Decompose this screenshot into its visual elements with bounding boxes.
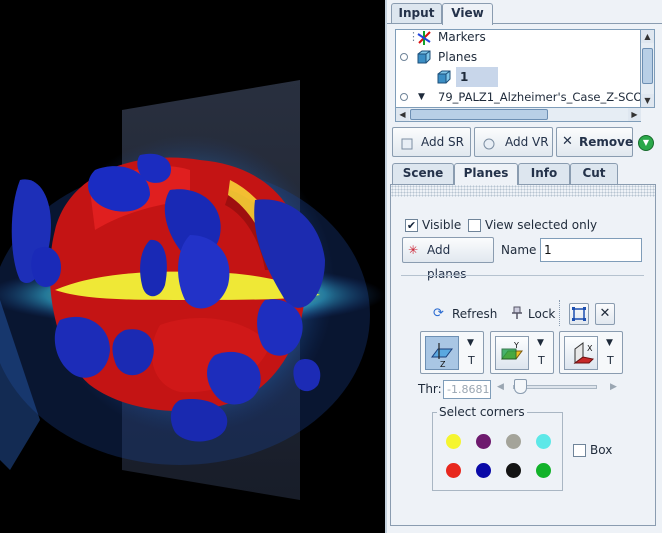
- tree-horizontal-scrollbar[interactable]: ◀ ▶: [395, 108, 641, 122]
- clear-close-icon[interactable]: ✕: [595, 303, 615, 325]
- corner-dot-purple[interactable]: [476, 434, 491, 449]
- visible-label: Visible: [422, 218, 462, 232]
- box-checkbox[interactable]: [573, 444, 586, 457]
- name-label: Name: [501, 243, 537, 257]
- tree-item-planes[interactable]: Planes: [396, 47, 640, 67]
- scene-tree[interactable]: ⋮ Markers Planes 1 ▼ 79_PALZ1_Alzheimer'…: [395, 29, 641, 108]
- svg-text:Z: Z: [440, 360, 446, 369]
- sparkle-icon: ✳: [408, 243, 419, 257]
- plane-x-button[interactable]: X ▼ T: [559, 331, 623, 374]
- view-selected-only-checkbox[interactable]: [468, 219, 481, 232]
- tree-item-label: Planes: [438, 50, 478, 64]
- sagittal-plane-icon[interactable]: X: [564, 336, 598, 370]
- fit-box-icon: [572, 307, 586, 321]
- tab-info[interactable]: Info: [518, 163, 570, 184]
- plane-dropdown-icon[interactable]: ▼: [606, 338, 613, 348]
- tab-input[interactable]: Input: [391, 3, 442, 24]
- expand-toggle-icon[interactable]: [400, 53, 408, 61]
- lock-label[interactable]: Lock: [528, 307, 555, 321]
- more-options-chevron-icon[interactable]: ▼: [638, 135, 654, 151]
- remove-button[interactable]: ✕ Remove: [556, 127, 633, 157]
- plane-z-button[interactable]: Z ▼ T: [420, 331, 484, 374]
- expand-toggle-icon[interactable]: [400, 93, 408, 101]
- add-sr-button[interactable]: Add SR: [392, 127, 471, 157]
- 3d-viewport[interactable]: [0, 0, 385, 533]
- tab-cut[interactable]: Cut: [570, 163, 618, 184]
- select-corners-label: Select corners: [437, 405, 527, 419]
- scroll-right-icon[interactable]: ▶: [628, 108, 641, 121]
- visible-checkbox[interactable]: ✔: [405, 219, 418, 232]
- corner-dot-cyan[interactable]: [536, 434, 551, 449]
- refresh-label[interactable]: Refresh: [452, 307, 497, 321]
- add-vr-icon: [481, 134, 497, 162]
- corner-dot-black[interactable]: [506, 463, 521, 478]
- slider-right-arrow-icon[interactable]: ▶: [610, 382, 617, 392]
- box-label: Box: [590, 443, 613, 457]
- add-vr-button[interactable]: Add VR: [474, 127, 553, 157]
- lock-pin-icon[interactable]: [511, 306, 523, 323]
- plane-y-button[interactable]: Y ▼ T: [490, 331, 554, 374]
- scroll-down-icon[interactable]: ▼: [641, 94, 654, 107]
- volume-rendering: [0, 80, 385, 500]
- scroll-up-icon[interactable]: ▲: [641, 30, 654, 43]
- svg-text:X: X: [587, 344, 593, 353]
- add-planes-button[interactable]: ✳ Add planes: [402, 237, 494, 281]
- tree-item-markers[interactable]: ⋮ Markers: [396, 30, 640, 47]
- separator: [401, 275, 644, 276]
- threshold-label: Thr:: [418, 382, 442, 396]
- plane-dropdown-icon[interactable]: ▼: [537, 338, 544, 348]
- volume-node-icon: ▼: [418, 92, 425, 102]
- name-field[interactable]: 1: [540, 238, 642, 262]
- scroll-left-icon[interactable]: ◀: [396, 108, 409, 121]
- tree-item-plane-1[interactable]: 1: [396, 67, 640, 87]
- slider-left-arrow-icon[interactable]: ◀: [497, 382, 504, 392]
- refresh-icon[interactable]: ⟳: [433, 306, 444, 321]
- tree-vertical-scrollbar[interactable]: ▲ ▼: [641, 29, 655, 108]
- grip-bar: [391, 185, 655, 197]
- toolbar-divider: [559, 300, 560, 326]
- threshold-slider-thumb[interactable]: [514, 379, 527, 394]
- corner-dot-green[interactable]: [536, 463, 551, 478]
- plane-dropdown-icon[interactable]: ▼: [467, 338, 474, 348]
- corner-dot-yellow[interactable]: [446, 434, 461, 449]
- threshold-field[interactable]: -1.8681: [443, 380, 491, 399]
- tab-scene[interactable]: Scene: [392, 163, 454, 184]
- remove-x-icon: ✕: [562, 134, 573, 149]
- view-selected-only-label: View selected only: [485, 218, 598, 232]
- axial-plane-icon[interactable]: Z: [425, 336, 459, 370]
- tree-item-label: 1: [456, 67, 498, 87]
- tab-planes[interactable]: Planes: [454, 163, 518, 185]
- scroll-thumb[interactable]: [642, 48, 653, 84]
- fit-corners-button[interactable]: [569, 303, 589, 325]
- corner-dot-blue[interactable]: [476, 463, 491, 478]
- tree-item-label: 79_PALZ1_Alzheimer's_Case_Z-SCO: [438, 90, 641, 104]
- scroll-thumb[interactable]: [410, 109, 548, 120]
- tree-item-label: Markers: [438, 30, 486, 44]
- svg-text:Y: Y: [513, 341, 519, 350]
- tree-item-volume[interactable]: ▼ 79_PALZ1_Alzheimer's_Case_Z-SCO: [396, 87, 641, 107]
- tab-view[interactable]: View: [442, 3, 493, 25]
- corner-dot-gray[interactable]: [506, 434, 521, 449]
- coronal-plane-icon[interactable]: Y: [495, 336, 529, 370]
- select-corners-group: [432, 412, 563, 491]
- corner-dot-red[interactable]: [446, 463, 461, 478]
- add-sr-icon: [399, 134, 415, 162]
- control-panel: Input View ⋮ Markers Planes 1 ▼ 79_PALZ1…: [387, 0, 662, 533]
